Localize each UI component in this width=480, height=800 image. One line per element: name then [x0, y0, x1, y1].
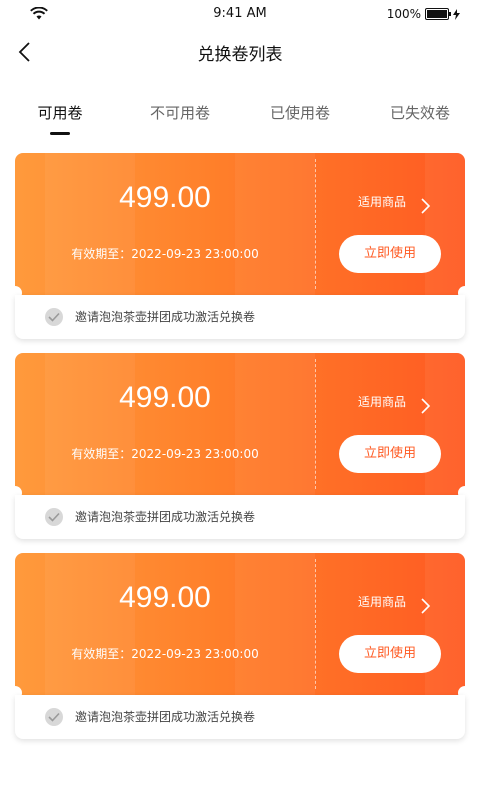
expiry-label: 有效期至：: [71, 647, 132, 661]
coupon-header: 499.00 有效期至：2022-09-23 23:00:00 适用商品 立即使…: [15, 153, 465, 295]
coupon-header: 499.00 有效期至：2022-09-23 23:00:00 适用商品 立即使…: [15, 353, 465, 495]
page-title: 兑换卷列表: [197, 45, 283, 65]
tab-bar: 可用卷 不可用卷 已使用卷 已失效卷: [0, 92, 480, 142]
status-bar: 9:41 AM 100%: [0, 0, 480, 28]
use-now-button[interactable]: 立即使用: [339, 635, 441, 673]
check-icon: [45, 508, 63, 526]
coupon-notch: [458, 486, 465, 495]
coupon-header: 499.00 有效期至：2022-09-23 23:00:00 适用商品 立即使…: [15, 553, 465, 695]
check-icon: [45, 308, 63, 326]
tab-indicator: [50, 132, 70, 135]
coupon-notch: [15, 686, 22, 695]
coupon-notch: [15, 286, 22, 295]
tab-used[interactable]: 已使用卷: [245, 102, 355, 123]
coupon-footer: 邀请泡泡茶壶拼团成功激活兑换卷: [15, 695, 465, 739]
charging-icon: [453, 8, 460, 20]
tab-expired[interactable]: 已失效卷: [365, 102, 475, 123]
expiry-value: 2022-09-23 23:00:00: [131, 247, 259, 261]
coupon-expiry: 有效期至：2022-09-23 23:00:00: [15, 445, 315, 462]
use-now-button[interactable]: 立即使用: [339, 235, 441, 273]
activation-note: 邀请泡泡茶壶拼团成功激活兑换卷: [75, 310, 256, 324]
expiry-label: 有效期至：: [71, 247, 132, 261]
tab-unavailable[interactable]: 不可用卷: [125, 102, 235, 123]
coupon-notch: [458, 686, 465, 695]
coupon-card: 499.00 有效期至：2022-09-23 23:00:00 适用商品 立即使…: [15, 153, 465, 339]
coupon-footer: 邀请泡泡茶壶拼团成功激活兑换卷: [15, 495, 465, 539]
coupon-card: 499.00 有效期至：2022-09-23 23:00:00 适用商品 立即使…: [15, 553, 465, 739]
coupon-divider: [315, 559, 316, 689]
coupon-divider: [315, 159, 316, 289]
applicable-products-link[interactable]: 适用商品: [358, 393, 406, 410]
battery-indicator: 100%: [387, 7, 460, 21]
expiry-value: 2022-09-23 23:00:00: [131, 647, 259, 661]
applicable-products-link[interactable]: 适用商品: [358, 193, 406, 210]
chevron-right-icon[interactable]: [418, 597, 432, 615]
coupon-amount: 499.00: [119, 181, 211, 214]
chevron-right-icon[interactable]: [418, 197, 432, 215]
coupon-card: 499.00 有效期至：2022-09-23 23:00:00 适用商品 立即使…: [15, 353, 465, 539]
coupon-expiry: 有效期至：2022-09-23 23:00:00: [15, 645, 315, 662]
use-now-button[interactable]: 立即使用: [339, 435, 441, 473]
coupon-amount: 499.00: [119, 581, 211, 614]
chevron-right-icon[interactable]: [418, 397, 432, 415]
coupon-notch: [458, 286, 465, 295]
expiry-value: 2022-09-23 23:00:00: [131, 447, 259, 461]
activation-note: 邀请泡泡茶壶拼团成功激活兑换卷: [75, 710, 256, 724]
coupon-notch: [15, 486, 22, 495]
check-icon: [45, 708, 63, 726]
expiry-label: 有效期至：: [71, 447, 132, 461]
applicable-products-link[interactable]: 适用商品: [358, 593, 406, 610]
nav-bar: 兑换卷列表: [0, 28, 480, 76]
battery-percent: 100%: [386, 7, 421, 21]
coupon-divider: [315, 359, 316, 489]
coupon-footer: 邀请泡泡茶壶拼团成功激活兑换卷: [15, 295, 465, 339]
coupon-amount: 499.00: [119, 381, 211, 414]
battery-icon: [425, 8, 451, 20]
activation-note: 邀请泡泡茶壶拼团成功激活兑换卷: [75, 510, 256, 524]
coupon-expiry: 有效期至：2022-09-23 23:00:00: [15, 245, 315, 262]
tab-available[interactable]: 可用卷: [5, 102, 115, 123]
